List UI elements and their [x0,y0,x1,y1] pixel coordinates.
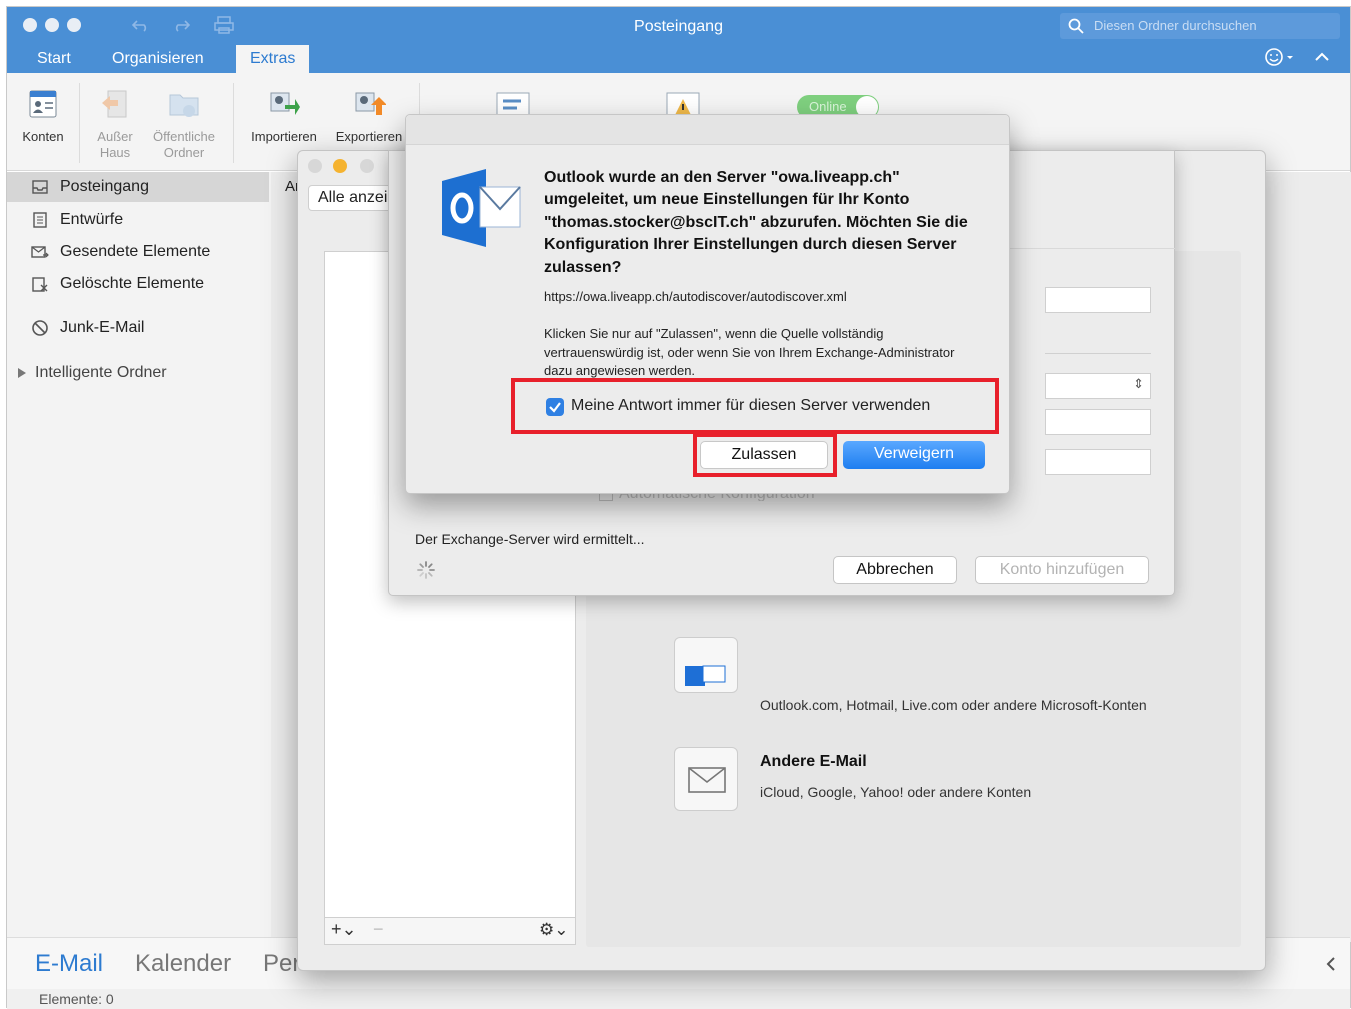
public-folders-label-line2: Ordner [163,145,205,160]
gear-icon[interactable]: ⚙⌄ [539,920,568,940]
export-label: Exportieren [335,129,403,144]
out-of-office-label-line2: Haus [99,145,131,160]
accounts-zoom-button[interactable] [360,159,374,173]
search-placeholder: Diesen Ordner durchsuchen [1094,18,1257,33]
disclosure-triangle-icon[interactable] [17,368,27,378]
collapse-ribbon-icon[interactable] [1314,51,1330,63]
sent-icon [31,246,49,258]
nav-calendar[interactable]: Kalender [135,950,231,978]
remove-account-button[interactable]: − [373,919,384,940]
loading-spinner-icon [417,561,435,579]
smart-folders-group[interactable]: Intelligente Ordner [7,358,269,388]
toolbar-separator [79,83,80,163]
public-folders-label-line1: Öffentliche [153,129,215,144]
redirect-alert-dialog: Outlook wurde an den Server "owa.liveapp… [405,114,1010,494]
sidebar-item-label: Entwürfe [60,211,124,228]
accounts-icon [29,90,57,118]
status-bar: Elemente: 0 [7,989,1350,1009]
add-account-plus-button[interactable]: +⌄ [331,919,357,940]
tab-start[interactable]: Start [23,45,85,73]
add-account-button[interactable]: Konto hinzufügen [975,556,1149,584]
sidebar-item-label: Posteingang [60,178,149,195]
other-email-provider-title: Andere E-Mail [760,753,867,770]
export-icon [355,92,386,115]
folder-sidebar: Posteingang Entwürfe Gesendete Elemente … [7,172,271,942]
trash-icon [32,277,48,292]
status-text: Der Exchange-Server wird ermittelt... [415,531,645,547]
sidebar-item-junk[interactable]: Junk-E-Mail [7,313,269,343]
sidebar-item-label: Gesendete Elemente [60,243,211,260]
select-arrows-icon: ⇕ [1133,376,1144,391]
autodiscover-url: https://owa.liveapp.ch/autodiscover/auto… [544,289,847,304]
alert-heading: Outlook wurde an den Server "owa.liveapp… [544,169,968,276]
public-folders-button[interactable]: Öffentliche Ordner [145,85,223,161]
auth-method-select[interactable]: ⇕ [1045,373,1151,399]
alert-info-text: Klicken Sie nur auf "Zulassen", wenn die… [544,326,955,378]
username-field[interactable] [1045,409,1151,435]
outlook-provider-tile[interactable] [674,637,738,693]
outlook-logo-icon [442,169,521,247]
alert-titlebar [406,115,1009,145]
tab-organisieren[interactable]: Organisieren [98,45,218,73]
sidebar-item-deleted[interactable]: Gelöschte Elemente [7,269,269,299]
outlook-provider-description: Outlook.com, Hotmail, Live.com oder ande… [760,697,1147,713]
toolbar-separator [233,83,234,163]
envelope-icon [688,767,726,793]
inbox-icon [32,180,48,194]
feedback-smiley-icon[interactable] [1265,47,1297,67]
out-of-office-label-line1: Außer [97,129,133,144]
out-of-office-icon [102,90,127,118]
sidebar-item-drafts[interactable]: Entwürfe [7,205,269,235]
online-toggle-label: Online [809,99,847,114]
sidebar-item-inbox[interactable]: Posteingang [7,172,269,202]
cancel-button[interactable]: Abbrechen [833,556,957,584]
show-all-label: Alle anzeig [318,189,397,206]
sidebar-item-sent[interactable]: Gesendete Elemente [7,237,269,267]
accounts-button[interactable]: Konten [19,85,67,145]
drafts-icon [33,212,47,228]
other-email-provider-tile[interactable] [674,747,738,811]
import-icon [270,92,300,115]
accounts-list-toolbar: +⌄ − ⚙⌄ [324,917,576,945]
checkbox-highlight-box [511,378,999,434]
allow-highlight-box [693,433,837,477]
accounts-close-button[interactable] [308,159,322,173]
password-field[interactable] [1045,449,1151,475]
form-divider [1045,353,1151,354]
sidebar-item-label: Gelöschte Elemente [60,275,205,292]
import-button[interactable]: Importieren [245,85,323,145]
email-field[interactable] [1045,287,1151,313]
junk-icon [32,320,48,336]
sidebar-item-label: Junk-E-Mail [60,319,145,336]
out-of-office-button[interactable]: Außer Haus [91,85,139,161]
chevron-left-icon[interactable] [1325,956,1337,972]
search-icon [1068,18,1084,34]
deny-button[interactable]: Verweigern [843,441,985,469]
other-email-provider-description: iCloud, Google, Yahoo! oder andere Konte… [760,784,1032,800]
import-label: Importieren [251,129,317,144]
status-item-count: Elemente: 0 [39,991,114,1007]
title-bar: Posteingang Diesen Ordner durchsuchen St… [7,7,1350,73]
search-input[interactable]: Diesen Ordner durchsuchen [1060,13,1340,39]
smart-folders-label: Intelligente Ordner [35,364,167,381]
export-button[interactable]: Exportieren [329,85,409,145]
accounts-label: Konten [22,129,64,144]
accounts-minimize-button[interactable] [333,159,347,173]
nav-mail[interactable]: E-Mail [35,950,103,978]
tab-extras[interactable]: Extras [236,45,310,73]
public-folders-icon [169,94,199,117]
nav-people[interactable]: Per [263,950,300,978]
outlook-provider-icon [685,665,726,686]
